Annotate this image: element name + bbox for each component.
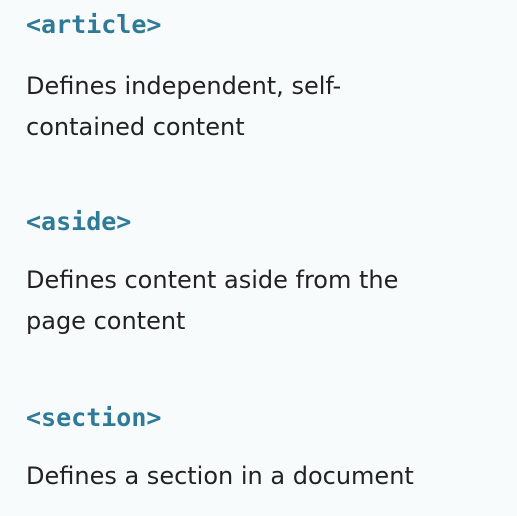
- tag-name: <section>: [26, 403, 162, 432]
- tag-name: <aside>: [26, 207, 132, 236]
- tag-description: Defines content aside from the page cont…: [26, 266, 399, 335]
- tag-description: Defines a section in a document: [26, 462, 414, 490]
- tag-name: <article>: [26, 10, 162, 39]
- tag-description: Defines independent, self- contained con…: [26, 72, 342, 141]
